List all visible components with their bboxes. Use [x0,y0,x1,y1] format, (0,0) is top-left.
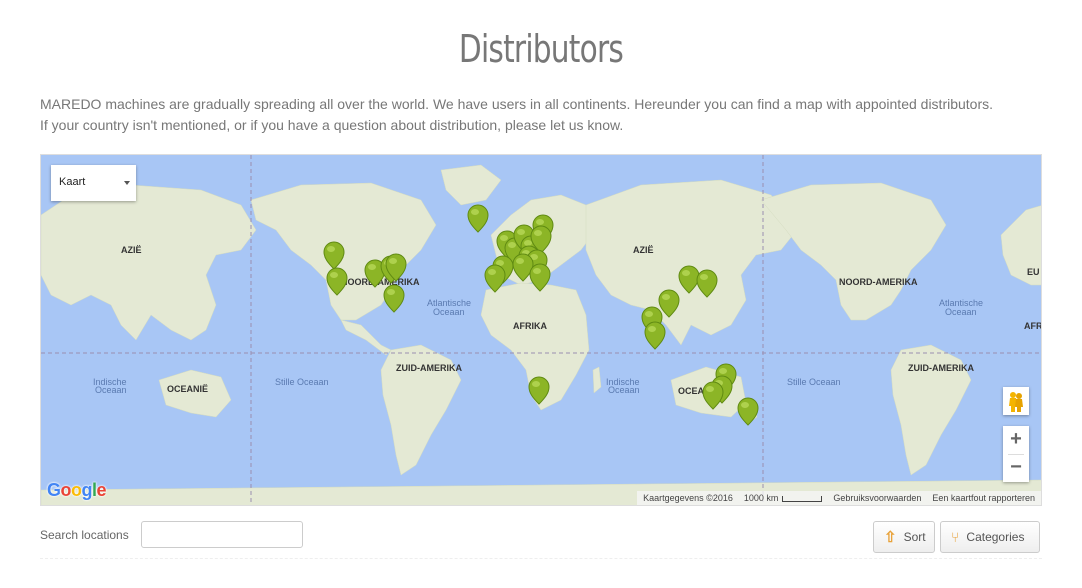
divider [40,558,1042,559]
map-marker[interactable] [696,269,718,298]
map-type-selector[interactable]: Kaart [51,165,136,201]
map-marker[interactable] [326,267,348,296]
sort-button[interactable]: ⇧ Sort [873,521,935,553]
zoom-in-button[interactable]: + [1003,426,1029,454]
branch-icon: ⑂ [951,529,960,545]
chevron-down-icon [124,181,130,185]
search-input[interactable] [141,521,303,548]
map-attribution: Kaartgegevens ©2016 [643,493,733,503]
zoom-divider [1008,454,1024,455]
google-logo[interactable]: Google [47,480,107,501]
zoom-control[interactable]: + − [1003,426,1029,482]
map-marker[interactable] [323,241,345,270]
map-marker[interactable] [484,264,506,293]
scale-bar [782,495,823,502]
map-marker[interactable] [678,265,700,294]
search-label: Search locations [40,528,129,542]
map-type-label: Kaart [59,176,86,188]
map-marker[interactable] [737,397,759,426]
map-marker[interactable] [644,321,666,350]
zoom-out-button[interactable]: − [1003,454,1029,482]
intro-line-2: If your country isn't mentioned, or if y… [40,117,624,133]
marker-layer [323,204,759,426]
map-footer: Kaartgegevens ©2016 1000 km Gebruiksvoor… [637,491,1041,505]
distributor-map[interactable]: AZIË NOORD-AMERIKA Atlantische Oceaan AF… [40,154,1042,506]
map-scale-label: 1000 km [743,493,779,503]
intro-text: MAREDO machines are gradually spreading … [40,94,1050,136]
categories-button[interactable]: ⑂ Categories [940,521,1040,553]
categories-label: Categories [966,530,1025,544]
arrow-up-icon: ⇧ [884,529,897,546]
map-marker[interactable] [658,289,680,318]
page-title: Distributors [458,27,624,72]
map-marker[interactable] [529,263,551,292]
street-view-button[interactable] [1003,387,1029,415]
map-marker[interactable] [702,381,724,410]
intro-line-1: MAREDO machines are gradually spreading … [40,96,994,112]
map-terms-link[interactable]: Gebruiksvoorwaarden [833,493,921,503]
map-marker[interactable] [467,204,489,233]
map-report-link[interactable]: Een kaartfout rapporteren [932,493,1035,503]
map-marker[interactable] [528,376,550,405]
map-scale: 1000 km [744,493,823,503]
sort-label: Sort [903,530,926,544]
pegman-icon [1009,392,1023,412]
map-marker[interactable] [383,284,405,313]
